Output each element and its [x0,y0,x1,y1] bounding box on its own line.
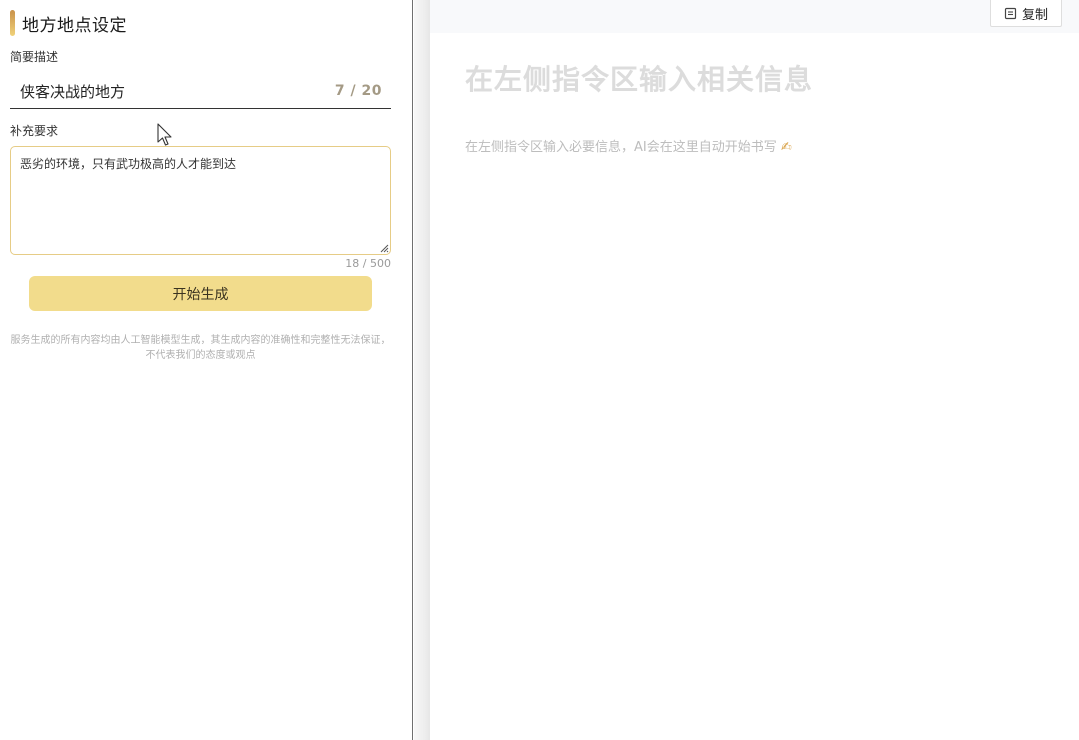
mouse-cursor-icon [157,123,172,146]
instruction-panel: 地方地点设定 简要描述 侠客决战的地方 7 / 20 补充要求 恶劣的环境，只有… [0,0,413,740]
writing-hand-icon: ✍ [780,140,792,155]
panel-divider [414,0,430,740]
disclaimer-text: 服务生成的所有内容均由人工智能模型生成，其生成内容的准确性和完整性无法保证，不代… [10,335,391,361]
panel-title: 地方地点设定 [22,15,127,36]
extra-textarea[interactable]: 恶劣的环境，只有武功极高的人才能到达 [10,146,391,255]
brief-label: 简要描述 [10,50,59,64]
extra-label: 补充要求 [10,124,59,138]
brief-input[interactable]: 侠客决战的地方 7 / 20 [10,74,391,109]
extra-char-count: 18 / 500 [345,257,391,270]
placeholder-text-body: 在左侧指令区输入必要信息，AI会在这里自动开始书写 [465,140,777,155]
placeholder-title: 在左侧指令区输入相关信息 [465,63,814,96]
output-toolbar [430,0,1079,33]
copy-button[interactable]: 复制 [990,0,1062,27]
resize-handle-icon[interactable] [380,244,389,253]
copy-button-label: 复制 [1021,7,1048,23]
brief-char-count: 7 / 20 [334,83,382,99]
panel-header: 地方地点设定 [10,10,127,36]
accent-bar-icon [10,10,15,36]
output-panel: 复制 在左侧指令区输入相关信息 在左侧指令区输入必要信息，AI会在这里自动开始书… [430,0,1079,740]
brief-input-value: 侠客决战的地方 [20,82,126,101]
app-window: 地方地点设定 简要描述 侠客决战的地方 7 / 20 补充要求 恶劣的环境，只有… [0,0,1079,740]
copy-icon [1004,7,1017,19]
generate-button[interactable]: 开始生成 [29,276,372,311]
placeholder-text: 在左侧指令区输入必要信息，AI会在这里自动开始书写 ✍ [465,136,792,155]
extra-textarea-value: 恶劣的环境，只有武功极高的人才能到达 [20,157,237,171]
